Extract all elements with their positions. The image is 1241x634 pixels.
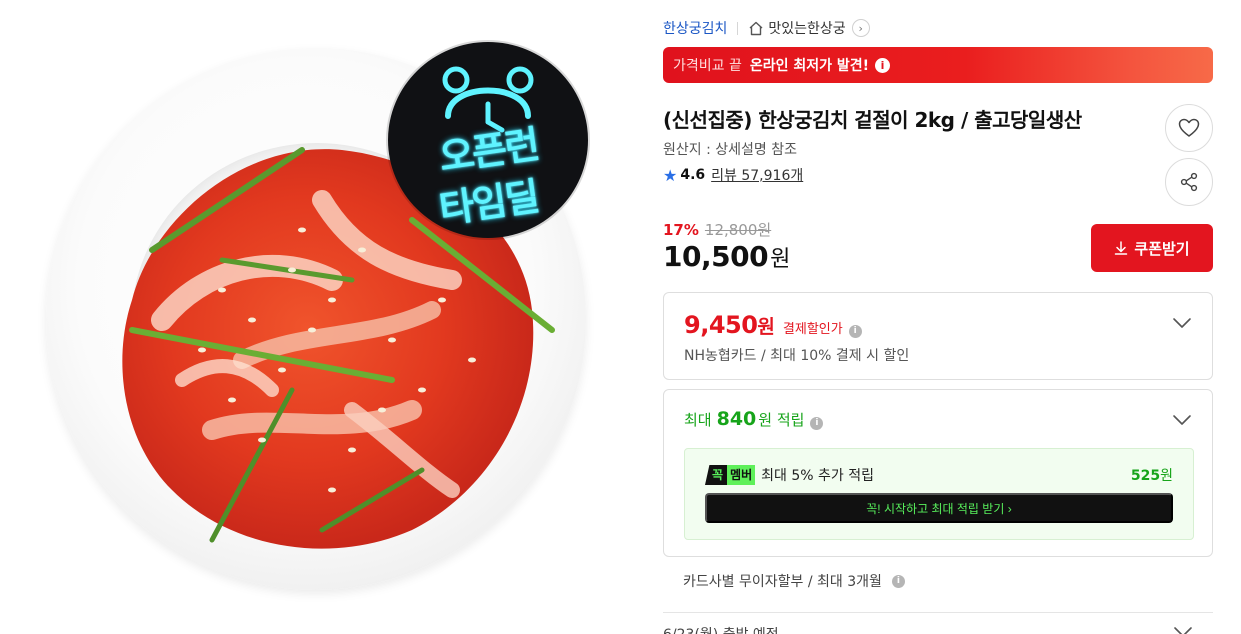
lowest-price-banner[interactable]: 가격비교 끝 온라인 최저가 발견! i — [663, 47, 1213, 83]
member-logo-part1: 꼭 — [705, 465, 728, 485]
product-image[interactable]: 오픈런 타임딜 — [0, 0, 640, 634]
member-benefit-text: 최대 5% 추가 적립 — [761, 468, 874, 484]
promo-prefix: 가격비교 끝 — [673, 58, 742, 74]
sale-price-number: 10,500 — [663, 240, 769, 273]
card-discount-desc: NH농협카드 / 최대 10% 결제 시 할인 — [684, 348, 910, 364]
installment-info: 카드사별 무이자할부 / 최대 3개월 i — [683, 571, 905, 591]
member-signup-button[interactable]: 꼭! 시작하고 최대 적립 받기 › — [705, 493, 1173, 523]
divider — [663, 612, 1213, 613]
rating-value: 4.6 — [680, 167, 706, 183]
chevron-down-icon[interactable] — [1172, 317, 1192, 329]
member-amount-unit: 원 — [1160, 468, 1173, 484]
breadcrumb: 한상궁김치 맛있는한상궁 › — [663, 17, 870, 39]
card-price-unit: 원 — [757, 316, 775, 338]
shipping-info: 6/23(월) 출발 예정 — [663, 624, 779, 634]
points-header[interactable]: 최대 840 원 적립 i — [684, 408, 824, 430]
points-amount: 840 — [716, 408, 757, 430]
star-icon: ★ — [663, 165, 678, 185]
member-benefit-box: 꼭 멤버 최대 5% 추가 적립 525원 꼭! 시작하고 최대 적립 받기 › — [684, 448, 1194, 540]
share-button[interactable] — [1165, 158, 1213, 206]
original-price: 12,800원 — [704, 221, 772, 239]
promo-highlight: 온라인 최저가 발견! — [749, 58, 870, 74]
sale-price: 10,500 원 — [663, 240, 790, 273]
member-benefit-row: 꼭 멤버 최대 5% 추가 적립 — [705, 465, 874, 485]
card-price: 9,450 — [684, 311, 758, 339]
product-info-panel: 한상궁김치 맛있는한상궁 › 가격비교 끝 온라인 최저가 발견! i (신선집… — [663, 0, 1213, 634]
rating-row: ★ 4.6 리뷰 57,916개 — [663, 165, 803, 185]
member-amount-number: 525 — [1130, 468, 1161, 484]
store-link[interactable]: 맛있는한상궁 — [748, 18, 846, 38]
chevron-right-icon[interactable]: › — [851, 19, 870, 37]
brand-link[interactable]: 한상궁김치 — [663, 18, 727, 38]
card-price-row: 9,450 원 결제할인가 i — [684, 311, 862, 339]
time-deal-badge: 오픈런 타임딜 — [388, 42, 588, 238]
member-logo-part2: 멤버 — [727, 465, 756, 485]
card-price-label: 결제할인가 — [782, 322, 843, 337]
points-prefix: 최대 — [684, 411, 712, 429]
info-icon[interactable]: i — [810, 416, 824, 430]
card-discount-box[interactable]: 9,450 원 결제할인가 i NH농협카드 / 최대 10% 결제 시 할인 — [663, 292, 1213, 380]
breadcrumb-divider — [737, 21, 739, 35]
chevron-down-icon[interactable] — [1173, 626, 1193, 634]
coupon-button-label: 쿠폰받기 — [1134, 240, 1190, 258]
member-benefit-amount: 525원 — [1131, 465, 1173, 485]
discount-row: 17% 12,800원 — [663, 219, 771, 240]
coupon-button[interactable]: 쿠폰받기 — [1091, 224, 1213, 272]
wishlist-button[interactable] — [1165, 104, 1213, 152]
download-icon — [1115, 241, 1128, 255]
discount-rate: 17% — [663, 221, 699, 239]
member-logo: 꼭 멤버 — [705, 465, 756, 485]
product-title: (신선집중) 한상궁김치 겉절이 2kg / 출고당일생산 — [663, 108, 1082, 132]
points-suffix: 원 적립 — [758, 411, 805, 429]
installment-text: 카드사별 무이자할부 / 최대 3개월 — [683, 574, 882, 590]
sale-price-unit: 원 — [770, 247, 791, 272]
store-name: 맛있는한상궁 — [768, 21, 846, 37]
product-origin: 원산지 : 상세설명 참조 — [663, 142, 797, 158]
info-icon[interactable]: i — [891, 574, 905, 588]
points-box: 최대 840 원 적립 i 꼭 멤버 최대 5% 추가 적립 525원 꼭! 시… — [663, 389, 1213, 557]
heart-icon — [1178, 118, 1200, 137]
review-count-link[interactable]: 리뷰 57,916개 — [711, 165, 803, 185]
share-icon — [1180, 172, 1198, 192]
home-icon — [749, 21, 763, 35]
info-icon[interactable]: i — [848, 324, 862, 338]
info-icon[interactable]: i — [875, 57, 891, 73]
chevron-down-icon[interactable] — [1172, 414, 1192, 426]
